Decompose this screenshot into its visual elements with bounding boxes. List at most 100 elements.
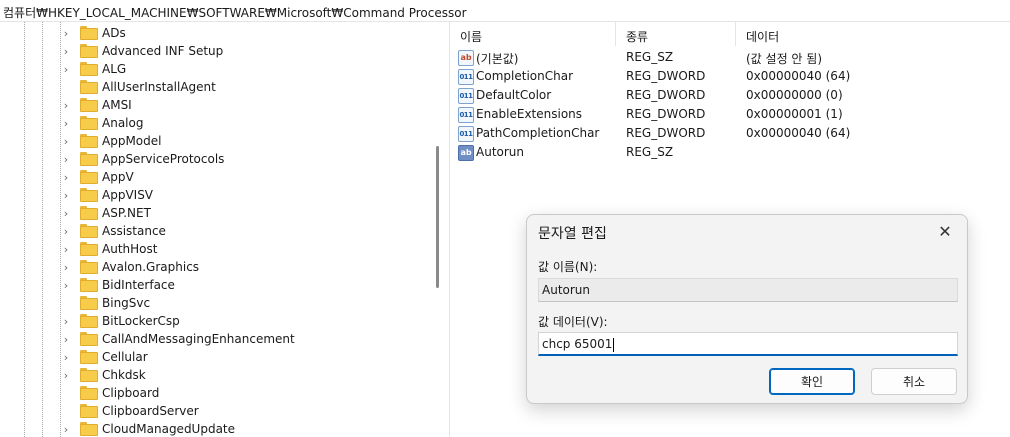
value-row[interactable]: ab Autorun REG_SZ <box>450 143 1010 162</box>
cancel-button[interactable]: 취소 <box>871 368 957 395</box>
tree-item-label: AppModel <box>102 134 162 148</box>
edit-string-dialog: 문자열 편집 ✕ 값 이름(N): Autorun 값 데이터(V): chcp… <box>526 214 968 404</box>
chevron-right-icon[interactable]: › <box>60 60 72 78</box>
value-type: REG_DWORD <box>626 126 706 140</box>
chevron-right-icon[interactable]: › <box>60 114 72 132</box>
tree-item-label: ClipboardServer <box>102 404 199 418</box>
tree-item-label: Chkdsk <box>102 368 146 382</box>
address-bar[interactable]: 컴퓨터₩HKEY_LOCAL_MACHINE₩SOFTWARE₩Microsof… <box>0 0 1010 22</box>
tree-item[interactable]: › AuthHost <box>60 240 157 258</box>
tree-item[interactable]: › Assistance <box>60 222 166 240</box>
tree-item[interactable]: ›BingSvc <box>60 294 150 312</box>
chevron-right-icon[interactable]: › <box>60 258 72 276</box>
folder-icon <box>80 98 98 112</box>
dword-value-icon: 011 <box>458 126 474 142</box>
chevron-right-icon[interactable]: › <box>60 240 72 258</box>
string-value-icon: ab <box>458 145 474 161</box>
tree-item[interactable]: › BidInterface <box>60 276 175 294</box>
folder-icon <box>80 296 98 310</box>
value-row[interactable]: 011 PathCompletionChar REG_DWORD 0x00000040… <box>450 124 1010 143</box>
tree-item-label: AppServiceProtocols <box>102 152 225 166</box>
tree-item-label: AppV <box>102 170 134 184</box>
chevron-right-icon[interactable]: › <box>60 222 72 240</box>
tree-item[interactable]: › ASP.NET <box>60 204 151 222</box>
tree-item-label: ASP.NET <box>102 206 151 220</box>
tree-item[interactable]: › CloudManagedUpdate <box>60 420 235 437</box>
tree-item-label: CloudManagedUpdate <box>102 422 236 436</box>
value-row[interactable]: ab (기본값) REG_SZ (값 설정 안 됨) <box>450 48 1010 67</box>
column-header-type[interactable]: 종류 <box>616 22 736 46</box>
value-data-label: 값 데이터(V): <box>538 315 608 329</box>
dialog-title: 문자열 편집 <box>538 226 607 242</box>
tree-item[interactable]: › AppV <box>60 168 134 186</box>
value-type: REG_DWORD <box>626 69 706 83</box>
folder-icon <box>80 26 98 40</box>
folder-icon <box>80 206 98 220</box>
value-type: REG_SZ <box>626 50 674 64</box>
tree-item[interactable]: › AppServiceProtocols <box>60 150 224 168</box>
tree-item-label: Advanced INF Setup <box>102 44 224 58</box>
chevron-right-icon[interactable]: › <box>60 204 72 222</box>
folder-icon <box>80 170 98 184</box>
value-row[interactable]: 011 DefaultColor REG_DWORD 0x00000000 (0) <box>450 86 1010 105</box>
value-data: 0x00000040 (64) <box>746 69 851 83</box>
folder-icon <box>80 242 98 256</box>
chevron-right-icon[interactable]: › <box>60 276 72 294</box>
tree-item-label: AllUserInstallAgent <box>102 80 216 94</box>
folder-icon <box>80 386 98 400</box>
tree-item[interactable]: ›Clipboard <box>60 384 159 402</box>
chevron-right-icon[interactable]: › <box>60 186 72 204</box>
tree-guide-line <box>24 22 25 437</box>
chevron-right-icon[interactable]: › <box>60 312 72 330</box>
folder-icon <box>80 224 98 238</box>
chevron-right-icon[interactable]: › <box>60 96 72 114</box>
value-data-field[interactable]: chcp 65001 <box>538 332 958 356</box>
chevron-right-icon[interactable]: › <box>60 132 72 150</box>
chevron-right-icon[interactable]: › <box>60 420 72 437</box>
chevron-right-icon[interactable]: › <box>60 42 72 60</box>
tree-item[interactable]: › Chkdsk <box>60 366 146 384</box>
tree-item[interactable]: › ALG <box>60 60 126 78</box>
value-row[interactable]: 011 CompletionChar REG_DWORD 0x00000040 (64… <box>450 67 1010 86</box>
folder-icon <box>80 134 98 148</box>
tree-item[interactable]: ›AllUserInstallAgent <box>60 78 216 96</box>
value-name: Autorun <box>476 145 525 159</box>
chevron-right-icon[interactable]: › <box>60 366 72 384</box>
tree-item[interactable]: › Avalon.Graphics <box>60 258 199 276</box>
folder-icon <box>80 62 98 76</box>
tree-item[interactable]: › Advanced INF Setup <box>60 42 223 60</box>
tree-item[interactable]: › Analog <box>60 114 143 132</box>
tree-item-label: AMSI <box>102 98 132 112</box>
chevron-right-icon[interactable]: › <box>60 24 72 42</box>
tree-item[interactable]: › AppVISV <box>60 186 153 204</box>
column-header-data[interactable]: 데이터 <box>736 22 1010 46</box>
tree-item-label: Analog <box>102 116 144 130</box>
tree-item[interactable]: › AppModel <box>60 132 161 150</box>
string-value-icon: ab <box>458 50 474 66</box>
value-data-text: chcp 65001 <box>542 337 613 351</box>
scrollbar-thumb[interactable] <box>436 146 439 288</box>
column-header-name[interactable]: 이름 <box>450 22 616 46</box>
tree-item-label: BingSvc <box>102 296 151 310</box>
tree-item[interactable]: › ADs <box>60 24 126 42</box>
chevron-right-icon[interactable]: › <box>60 348 72 366</box>
ok-button[interactable]: 확인 <box>769 368 855 395</box>
dword-value-icon: 011 <box>458 69 474 85</box>
tree-item[interactable]: › BitLockerCsp <box>60 312 180 330</box>
close-icon[interactable]: ✕ <box>931 219 959 243</box>
chevron-right-icon[interactable]: › <box>60 330 72 348</box>
value-type: REG_SZ <box>626 145 674 159</box>
chevron-right-icon[interactable]: › <box>60 150 72 168</box>
value-data: 0x00000001 (1) <box>746 107 843 121</box>
tree-item[interactable]: › Cellular <box>60 348 148 366</box>
tree-item[interactable]: ›ClipboardServer <box>60 402 199 420</box>
value-data: 0x00000040 (64) <box>746 126 851 140</box>
tree-item-label: CallAndMessagingEnhancement <box>102 332 295 346</box>
chevron-right-icon[interactable]: › <box>60 168 72 186</box>
tree-scrollbar[interactable] <box>431 22 443 437</box>
value-name: (기본값) <box>476 52 519 66</box>
tree-item[interactable]: › AMSI <box>60 96 132 114</box>
tree-item[interactable]: › CallAndMessagingEnhancement <box>60 330 295 348</box>
folder-icon <box>80 350 98 364</box>
value-row[interactable]: 011 EnableExtensions REG_DWORD 0x00000001 (… <box>450 105 1010 124</box>
